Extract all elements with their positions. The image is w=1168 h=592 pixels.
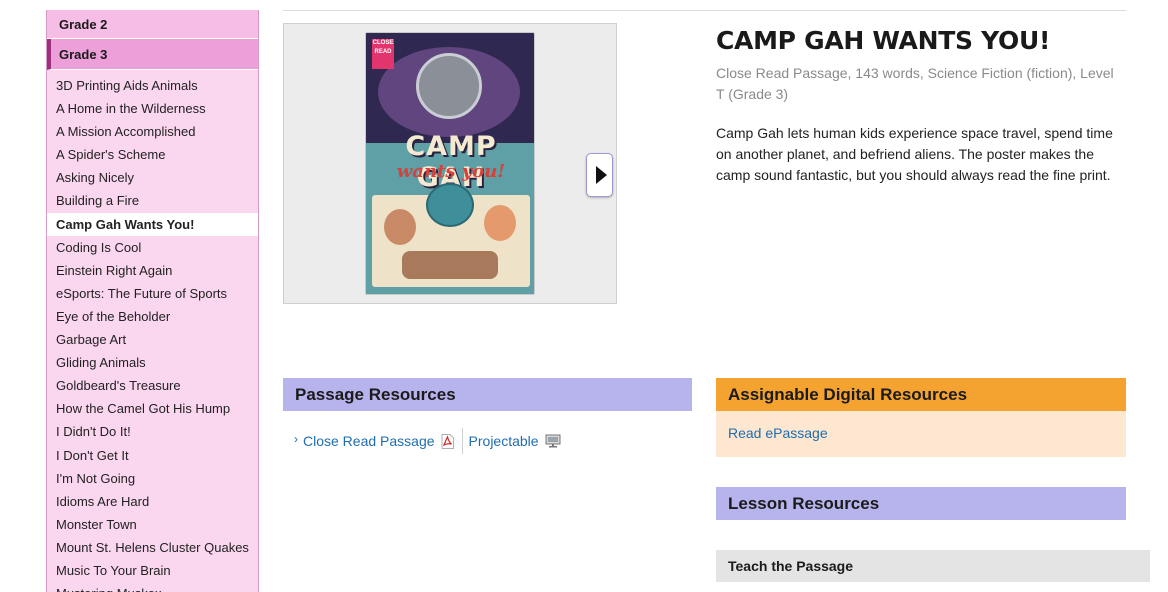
link-divider <box>461 428 463 454</box>
passage-poster-image[interactable]: CLOSE READ CAMP GAH wants you! <box>365 32 535 295</box>
list-item[interactable]: Music To Your Brain <box>47 559 258 582</box>
list-item[interactable]: 3D Printing Aids Animals <box>47 74 258 97</box>
passage-description: Camp Gah lets human kids experience spac… <box>716 125 1113 183</box>
poster-badge: CLOSE READ <box>372 39 394 69</box>
passage-list: 3D Printing Aids Animals A Home in the W… <box>47 70 258 592</box>
read-epassage-link[interactable]: Read ePassage <box>728 425 828 441</box>
grade-3-header[interactable]: Grade 3 <box>47 39 258 70</box>
list-item[interactable]: eSports: The Future of Sports <box>47 282 258 305</box>
grade-sidebar: Grade 2 Grade 3 3D Printing Aids Animals… <box>46 10 259 592</box>
list-item[interactable]: Asking Nicely <box>47 166 258 189</box>
next-image-button[interactable] <box>586 153 613 197</box>
list-item[interactable]: Mount St. Helens Cluster Quakes <box>47 536 258 559</box>
assignable-digital-resources-header: Assignable Digital Resources <box>716 378 1126 411</box>
list-item[interactable]: How the Camel Got His Hump <box>47 397 258 420</box>
poster-food <box>402 251 498 279</box>
page-title: CAMP GAH WANTS YOU! <box>716 26 1051 55</box>
passage-resource-links: › Close Read Passage Projectable <box>294 428 561 454</box>
grade-2-header[interactable]: Grade 2 <box>47 10 258 39</box>
poster-kid-right <box>484 205 516 241</box>
close-read-passage-link[interactable]: Close Read Passage <box>303 433 435 449</box>
passage-image-panel: CLOSE READ CAMP GAH wants you! <box>283 23 617 304</box>
list-item[interactable]: A Home in the Wilderness <box>47 97 258 120</box>
list-item[interactable]: Mustering Muskox <box>47 582 258 592</box>
poster-kid-left <box>384 209 416 245</box>
poster-subtitle: wants you! <box>396 161 506 182</box>
list-item[interactable]: Garbage Art <box>47 328 258 351</box>
top-divider <box>283 10 1126 11</box>
assignable-resources-box: Read ePassage <box>716 411 1126 457</box>
list-item[interactable]: I Don't Get It <box>47 444 258 467</box>
list-item[interactable]: A Mission Accomplished <box>47 120 258 143</box>
list-item[interactable]: Gliding Animals <box>47 351 258 374</box>
list-item[interactable]: Eye of the Beholder <box>47 305 258 328</box>
teach-the-passage-accordion[interactable]: Teach the Passage <box>716 550 1150 582</box>
list-item[interactable]: Monster Town <box>47 513 258 536</box>
poster-astronaut <box>416 53 482 119</box>
poster-alien <box>426 183 474 227</box>
list-item[interactable]: I Didn't Do It! <box>47 420 258 443</box>
monitor-icon[interactable] <box>545 434 561 449</box>
play-triangle-icon <box>595 166 607 184</box>
list-item[interactable]: A Spider's Scheme <box>47 143 258 166</box>
list-item[interactable]: Einstein Right Again <box>47 259 258 282</box>
chevron-right-icon: › <box>294 432 298 446</box>
list-item[interactable]: Coding Is Cool <box>47 236 258 259</box>
projectable-link[interactable]: Projectable <box>469 433 539 449</box>
list-item[interactable]: Building a Fire <box>47 189 258 212</box>
list-item-active[interactable]: Camp Gah Wants You! <box>47 212 258 236</box>
pdf-icon[interactable] <box>441 433 454 449</box>
list-item[interactable]: Idioms Are Hard <box>47 490 258 513</box>
lesson-resources-header: Lesson Resources <box>716 487 1126 520</box>
passage-resources-header: Passage Resources <box>283 378 692 411</box>
passage-meta: Close Read Passage, 143 words, Science F… <box>716 65 1114 102</box>
list-item[interactable]: I'm Not Going <box>47 467 258 490</box>
list-item[interactable]: Goldbeard's Treasure <box>47 374 258 397</box>
